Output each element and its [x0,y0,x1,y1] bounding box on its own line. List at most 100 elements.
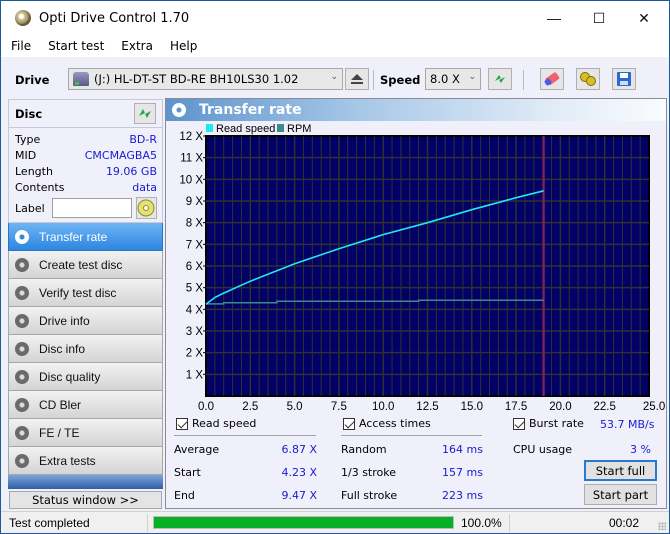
create-disc-icon [15,257,29,272]
drive-value: (J:) HL-DT-ST BD-RE BH10LS30 1.02 [94,72,299,86]
toolbar-separator [373,70,374,90]
divider [341,435,482,436]
disc-header: Disc [9,100,162,128]
progress-fill [154,517,453,528]
access-full-stroke-row: Full stroke 223 ms [341,489,483,502]
fe-te-icon [15,425,29,440]
panel-title: Transfer rate [199,102,302,118]
nav-create-test-disc[interactable]: Create test disc [8,251,163,279]
x-tick-label: 25.0 GB [643,401,668,413]
settings-button[interactable] [576,68,600,90]
read-speed-start-row: Start 4.23 X [174,466,317,479]
transfer-rate-icon [15,229,29,244]
speed-select[interactable]: 8.0 X ⌄ [425,68,481,90]
disc-info-icon [15,341,29,356]
cpu-usage-row: CPU usage 3 % [513,443,651,456]
save-icon [617,72,631,86]
read-speed-average-row: Average 6.87 X [174,443,317,456]
progress-percent: 100.0% [461,516,502,530]
nav-filler [8,475,163,489]
app-window: Opti Drive Control 1.70 — ☐ ✕ File Start… [0,0,670,534]
erase-icon [544,72,560,86]
y-tick-label: 11 X [180,153,203,165]
status-window-button[interactable]: Status window >> [9,491,162,509]
read-speed-checkbox[interactable] [176,417,188,430]
status-text: Test completed [9,516,90,530]
access-times-checkbox[interactable] [343,417,355,430]
burst-rate-checkbox[interactable] [513,417,525,430]
divider [174,435,316,436]
menu-extra[interactable]: Extra [119,39,155,53]
disc-refresh-button[interactable] [134,103,156,124]
x-axis-ticks: 0.0 2.5 5.0 7.5 10.0 12.5 15.0 17.5 20.0 22.5 25.0… [198,401,668,413]
access-times-group-header: Access times [343,417,431,430]
divider [147,514,148,532]
access-random-row: Random 164 ms [341,443,483,456]
progress-bar [153,516,454,529]
x-tick-label: 0.0 [198,401,214,413]
y-tick-label: 10 X [179,174,203,186]
drive-select[interactable]: (J:) HL-DT-ST BD-RE BH10LS30 1.02 ⌄ [68,68,343,90]
start-full-button[interactable]: Start full [584,460,657,481]
chevron-down-icon: ⌄ [468,72,476,82]
y-tick-label: 1 X [186,369,204,381]
window-title: Opti Drive Control 1.70 [39,10,190,26]
drive-icon [73,72,89,86]
minimize-button[interactable]: — [531,1,577,35]
x-tick-label: 10.0 [372,401,394,413]
refresh-speed-button[interactable] [488,68,512,90]
resize-grip[interactable] [658,522,666,530]
x-tick-label: 2.5 [242,401,258,413]
nav-fe-te[interactable]: FE / TE [8,419,163,447]
menu-bar: File Start test Extra Help [1,35,669,57]
y-tick-label: 2 X [186,348,204,360]
speed-value: 8.0 X [430,72,460,86]
nav-drive-info[interactable]: Drive info [8,307,163,335]
disc-quality-icon [15,369,29,384]
verify-disc-icon [15,285,29,300]
disc-field-type: Type BD-R [15,132,157,146]
x-tick-label: 5.0 [287,401,303,413]
transfer-rate-chart: 1 X2 X3 X4 X5 X6 X7 X8 X9 X10 X11 X12 X … [179,123,668,413]
minimize-icon: — [547,10,561,26]
erase-button[interactable] [540,68,564,90]
start-part-button[interactable]: Start part [584,484,657,505]
nav-disc-quality[interactable]: Disc quality [8,363,163,391]
elapsed-time: 00:02 [609,516,640,530]
refresh-icon [139,109,151,118]
nav-disc-info[interactable]: Disc info [8,335,163,363]
nav-verify-test-disc[interactable]: Verify test disc [8,279,163,307]
disc-field-contents: Contents data [15,180,157,194]
drive-info-icon [15,313,29,328]
y-tick-label: 4 X [186,304,204,316]
chevron-down-icon: ⌄ [330,72,338,82]
cd-bler-icon [15,397,29,412]
nav-extra-tests[interactable]: Extra tests [8,447,163,475]
extra-tests-icon [15,453,29,468]
close-button[interactable]: ✕ [621,1,667,35]
left-panel: Disc Type BD-R MID CMCMAGBA5 Length 19.06 G… [8,99,163,509]
title-bar: Opti Drive Control 1.70 — ☐ ✕ [1,1,669,35]
y-axis-ticks: 1 X 2 X 3 X 4 X 5 X 6 X 7 X 8 X 9 X 10 X 11 X 12 X [179,131,206,381]
x-tick-label: 20.0 [549,401,571,413]
x-tick-label: 17.5 [505,401,527,413]
menu-help[interactable]: Help [168,39,199,53]
menu-start-test[interactable]: Start test [46,39,106,53]
save-button[interactable] [612,68,636,90]
close-icon: ✕ [638,9,650,26]
panel-header: Transfer rate [166,99,666,121]
maximize-button[interactable]: ☐ [576,1,622,35]
nav-cd-bler[interactable]: CD Bler [8,391,163,419]
nav-transfer-rate[interactable]: Transfer rate [8,223,163,251]
disc-label-button[interactable] [135,197,157,219]
y-tick-label: 5 X [186,283,204,295]
speed-label: Speed [380,73,421,87]
menu-file[interactable]: File [9,39,33,53]
disc-info-box: Disc Type BD-R MID CMCMAGBA5 Length 19.06 G… [8,99,163,223]
x-tick-label: 12.5 [416,401,438,413]
eject-button[interactable] [345,68,369,90]
disc-label-input[interactable] [51,198,132,218]
legend-swatch-rpm [277,124,284,132]
legend-label-rpm: RPM [287,123,311,135]
disc-field-length: Length 19.06 GB [15,164,157,178]
